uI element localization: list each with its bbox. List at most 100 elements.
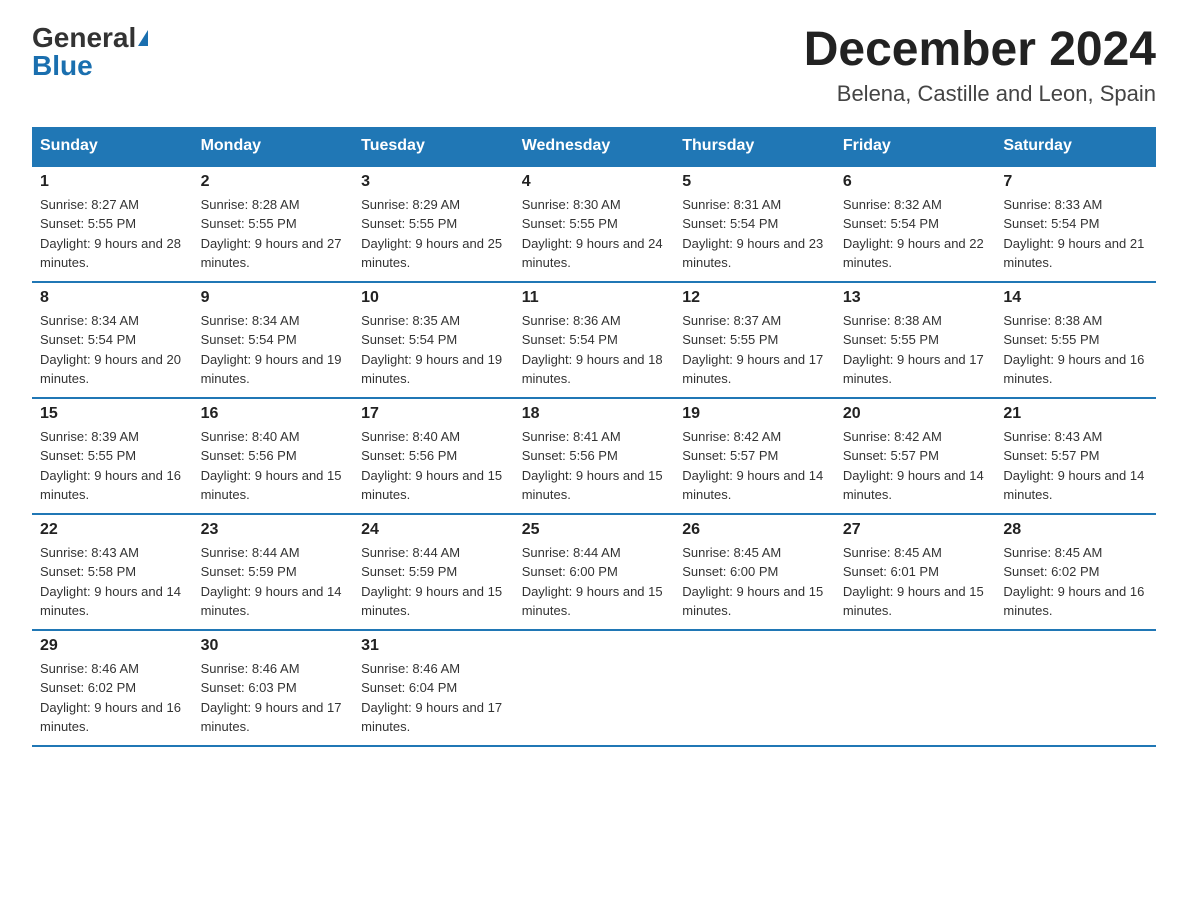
calendar-day-cell: 22 Sunrise: 8:43 AMSunset: 5:58 PMDayligh… (32, 514, 193, 630)
day-info: Sunrise: 8:29 AMSunset: 5:55 PMDaylight:… (361, 197, 502, 271)
calendar-day-cell: 23 Sunrise: 8:44 AMSunset: 5:59 PMDayligh… (193, 514, 354, 630)
day-number: 30 (201, 637, 346, 655)
day-info: Sunrise: 8:42 AMSunset: 5:57 PMDaylight:… (843, 429, 984, 503)
weekday-header-tuesday: Tuesday (353, 127, 514, 166)
day-number: 20 (843, 405, 988, 423)
calendar-day-cell: 26 Sunrise: 8:45 AMSunset: 6:00 PMDayligh… (674, 514, 835, 630)
weekday-header-thursday: Thursday (674, 127, 835, 166)
day-number: 17 (361, 405, 506, 423)
location-title: Belena, Castille and Leon, Spain (804, 81, 1156, 107)
calendar-day-cell: 28Sunrise: 8:45 AMSunset: 6:02 PMDayligh… (995, 514, 1156, 630)
calendar-day-cell: 8 Sunrise: 8:34 AMSunset: 5:54 PMDaylight… (32, 282, 193, 398)
calendar-empty-cell (674, 630, 835, 746)
calendar-week-row: 8 Sunrise: 8:34 AMSunset: 5:54 PMDaylight… (32, 282, 1156, 398)
day-number: 31 (361, 637, 506, 655)
calendar-day-cell: 16Sunrise: 8:40 AMSunset: 5:56 PMDayligh… (193, 398, 354, 514)
day-info: Sunrise: 8:40 AMSunset: 5:56 PMDaylight:… (361, 429, 502, 503)
day-info: Sunrise: 8:38 AMSunset: 5:55 PMDaylight:… (843, 313, 984, 387)
day-info: Sunrise: 8:42 AMSunset: 5:57 PMDaylight:… (682, 429, 823, 503)
calendar-day-cell: 9 Sunrise: 8:34 AMSunset: 5:54 PMDaylight… (193, 282, 354, 398)
day-number: 11 (522, 289, 667, 307)
calendar-day-cell: 25 Sunrise: 8:44 AMSunset: 6:00 PMDayligh… (514, 514, 675, 630)
day-number: 18 (522, 405, 667, 423)
day-number: 23 (201, 521, 346, 539)
day-info: Sunrise: 8:30 AMSunset: 5:55 PMDaylight:… (522, 197, 663, 271)
day-info: Sunrise: 8:46 AMSunset: 6:03 PMDaylight:… (201, 661, 342, 735)
day-number: 19 (682, 405, 827, 423)
calendar-empty-cell (995, 630, 1156, 746)
day-number: 10 (361, 289, 506, 307)
calendar-day-cell: 18 Sunrise: 8:41 AMSunset: 5:56 PMDayligh… (514, 398, 675, 514)
title-area: December 2024 Belena, Castille and Leon,… (804, 24, 1156, 107)
header: General Blue December 2024 Belena, Casti… (32, 24, 1156, 107)
day-info: Sunrise: 8:39 AMSunset: 5:55 PMDaylight:… (40, 429, 181, 503)
day-info: Sunrise: 8:33 AMSunset: 5:54 PMDaylight:… (1003, 197, 1144, 271)
day-info: Sunrise: 8:34 AMSunset: 5:54 PMDaylight:… (40, 313, 181, 387)
calendar-day-cell: 17 Sunrise: 8:40 AMSunset: 5:56 PMDayligh… (353, 398, 514, 514)
day-info: Sunrise: 8:40 AMSunset: 5:56 PMDaylight:… (201, 429, 342, 503)
calendar-day-cell: 5Sunrise: 8:31 AMSunset: 5:54 PMDaylight… (674, 166, 835, 282)
day-number: 22 (40, 521, 185, 539)
weekday-header-monday: Monday (193, 127, 354, 166)
calendar-day-cell: 19 Sunrise: 8:42 AMSunset: 5:57 PMDayligh… (674, 398, 835, 514)
day-info: Sunrise: 8:38 AMSunset: 5:55 PMDaylight:… (1003, 313, 1144, 387)
day-number: 3 (361, 173, 506, 191)
day-info: Sunrise: 8:45 AMSunset: 6:01 PMDaylight:… (843, 545, 984, 619)
calendar-day-cell: 11 Sunrise: 8:36 AMSunset: 5:54 PMDayligh… (514, 282, 675, 398)
calendar-day-cell: 12 Sunrise: 8:37 AMSunset: 5:55 PMDayligh… (674, 282, 835, 398)
day-info: Sunrise: 8:46 AMSunset: 6:02 PMDaylight:… (40, 661, 181, 735)
day-info: Sunrise: 8:43 AMSunset: 5:57 PMDaylight:… (1003, 429, 1144, 503)
day-number: 7 (1003, 173, 1148, 191)
day-number: 25 (522, 521, 667, 539)
weekday-header-saturday: Saturday (995, 127, 1156, 166)
day-info: Sunrise: 8:28 AMSunset: 5:55 PMDaylight:… (201, 197, 342, 271)
day-number: 6 (843, 173, 988, 191)
day-number: 27 (843, 521, 988, 539)
day-number: 14 (1003, 289, 1148, 307)
day-info: Sunrise: 8:27 AMSunset: 5:55 PMDaylight:… (40, 197, 181, 271)
day-info: Sunrise: 8:41 AMSunset: 5:56 PMDaylight:… (522, 429, 663, 503)
calendar-empty-cell (835, 630, 996, 746)
day-number: 9 (201, 289, 346, 307)
day-number: 12 (682, 289, 827, 307)
day-info: Sunrise: 8:46 AMSunset: 6:04 PMDaylight:… (361, 661, 502, 735)
calendar-day-cell: 10 Sunrise: 8:35 AMSunset: 5:54 PMDayligh… (353, 282, 514, 398)
logo: General Blue (32, 24, 148, 80)
calendar-day-cell: 20 Sunrise: 8:42 AMSunset: 5:57 PMDayligh… (835, 398, 996, 514)
day-info: Sunrise: 8:36 AMSunset: 5:54 PMDaylight:… (522, 313, 663, 387)
day-info: Sunrise: 8:43 AMSunset: 5:58 PMDaylight:… (40, 545, 181, 619)
calendar-week-row: 1 Sunrise: 8:27 AMSunset: 5:55 PMDaylight… (32, 166, 1156, 282)
weekday-header-sunday: Sunday (32, 127, 193, 166)
calendar-day-cell: 27 Sunrise: 8:45 AMSunset: 6:01 PMDayligh… (835, 514, 996, 630)
calendar-week-row: 22 Sunrise: 8:43 AMSunset: 5:58 PMDayligh… (32, 514, 1156, 630)
day-info: Sunrise: 8:37 AMSunset: 5:55 PMDaylight:… (682, 313, 823, 387)
calendar-day-cell: 24Sunrise: 8:44 AMSunset: 5:59 PMDayligh… (353, 514, 514, 630)
day-number: 2 (201, 173, 346, 191)
day-info: Sunrise: 8:44 AMSunset: 5:59 PMDaylight:… (201, 545, 342, 619)
calendar-table: SundayMondayTuesdayWednesdayThursdayFrid… (32, 127, 1156, 747)
calendar-day-cell: 13Sunrise: 8:38 AMSunset: 5:55 PMDayligh… (835, 282, 996, 398)
day-info: Sunrise: 8:34 AMSunset: 5:54 PMDaylight:… (201, 313, 342, 387)
calendar-day-cell: 2 Sunrise: 8:28 AMSunset: 5:55 PMDaylight… (193, 166, 354, 282)
calendar-day-cell: 7 Sunrise: 8:33 AMSunset: 5:54 PMDaylight… (995, 166, 1156, 282)
day-number: 24 (361, 521, 506, 539)
calendar-empty-cell (514, 630, 675, 746)
day-number: 21 (1003, 405, 1148, 423)
day-number: 26 (682, 521, 827, 539)
day-info: Sunrise: 8:32 AMSunset: 5:54 PMDaylight:… (843, 197, 984, 271)
calendar-day-cell: 3 Sunrise: 8:29 AMSunset: 5:55 PMDaylight… (353, 166, 514, 282)
day-info: Sunrise: 8:45 AMSunset: 6:00 PMDaylight:… (682, 545, 823, 619)
day-number: 15 (40, 405, 185, 423)
day-info: Sunrise: 8:44 AMSunset: 6:00 PMDaylight:… (522, 545, 663, 619)
day-number: 5 (682, 173, 827, 191)
logo-triangle-icon (138, 30, 148, 46)
calendar-day-cell: 4Sunrise: 8:30 AMSunset: 5:55 PMDaylight… (514, 166, 675, 282)
calendar-day-cell: 6 Sunrise: 8:32 AMSunset: 5:54 PMDaylight… (835, 166, 996, 282)
day-number: 8 (40, 289, 185, 307)
calendar-day-cell: 31 Sunrise: 8:46 AMSunset: 6:04 PMDayligh… (353, 630, 514, 746)
calendar-day-cell: 30 Sunrise: 8:46 AMSunset: 6:03 PMDayligh… (193, 630, 354, 746)
day-number: 1 (40, 173, 185, 191)
calendar-day-cell: 1 Sunrise: 8:27 AMSunset: 5:55 PMDaylight… (32, 166, 193, 282)
day-info: Sunrise: 8:35 AMSunset: 5:54 PMDaylight:… (361, 313, 502, 387)
day-number: 29 (40, 637, 185, 655)
